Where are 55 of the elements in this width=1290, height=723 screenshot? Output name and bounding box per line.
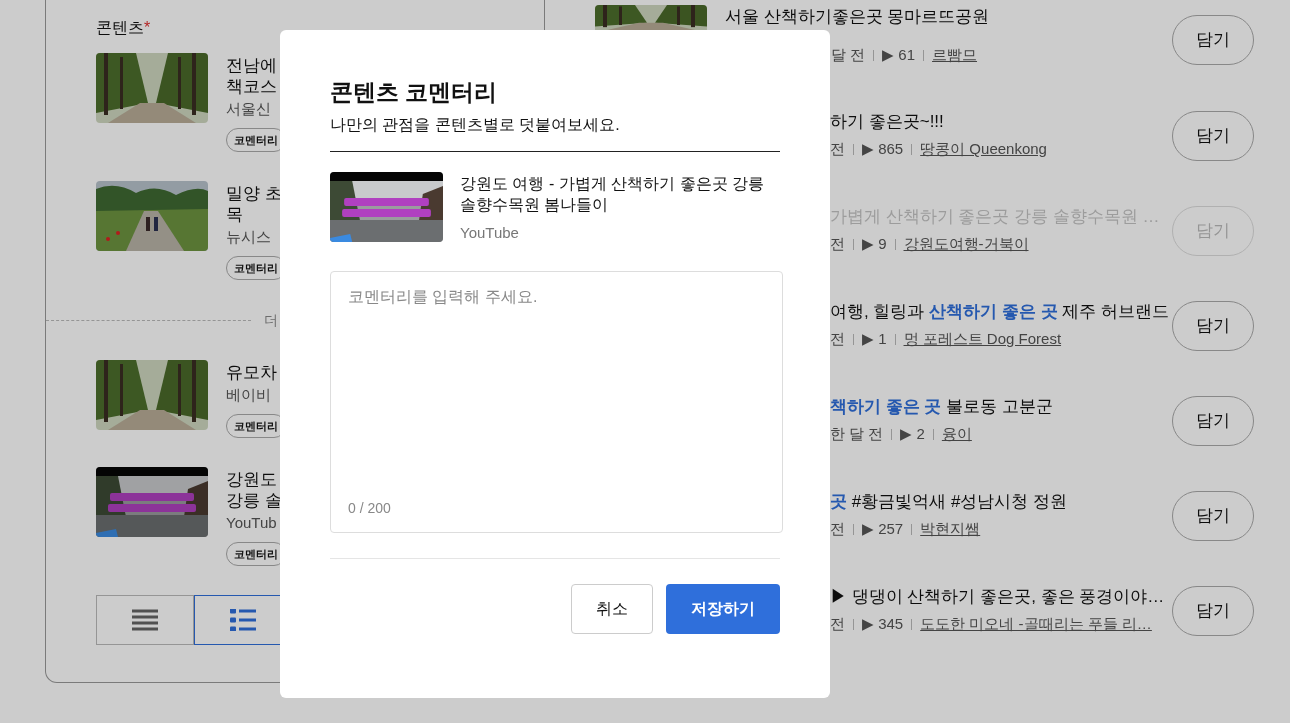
channel-link[interactable]: 도도한 미오네 -골때리는 푸들 리… xyxy=(920,612,1152,636)
upload-date: 전 xyxy=(830,138,845,159)
list-icon xyxy=(230,609,256,631)
required-mark: * xyxy=(144,18,151,38)
video-title[interactable]: 하기 좋은곳~!!! xyxy=(830,110,1172,133)
content-title: 밀양 초 xyxy=(226,183,283,204)
channel-link[interactable]: 융이 xyxy=(941,422,972,446)
add-button[interactable]: 담기 xyxy=(1172,395,1254,446)
dialog-subtitle: 나만의 관점을 콘텐츠별로 덧붙여보세요. xyxy=(330,115,621,135)
channel-link[interactable]: 땅콩이 Queenkong xyxy=(920,137,1047,161)
upload-date: 전 xyxy=(830,518,845,539)
character-counter: 0 / 200 xyxy=(348,498,391,518)
add-button[interactable]: 담기 xyxy=(1172,490,1254,541)
cancel-button[interactable]: 취소 xyxy=(571,583,653,634)
video-title[interactable]: 책하기 좋은 곳 불로동 고분군 xyxy=(830,395,1172,418)
save-button[interactable]: 저장하기 xyxy=(666,583,780,634)
content-title: 강릉 솔 xyxy=(226,490,283,511)
video-title[interactable]: 곳 #황금빛억새 #성남시청 정원 xyxy=(830,490,1172,513)
view-count: ▶ 61 xyxy=(882,45,916,65)
upload-date: 전 xyxy=(830,613,845,634)
channel-link[interactable]: 멍 포레스트 Dog Forest xyxy=(903,327,1062,351)
upload-date: 전 xyxy=(830,328,845,349)
content-title: 강원도 여행 - 가볍게 산책하기 좋은곳 강릉 솔향수목원 봄나들이 xyxy=(460,174,765,215)
video-title[interactable]: 서울 산책하기좋은곳 몽마르뜨공원 xyxy=(725,6,1172,28)
view-count: ▶ 865 xyxy=(862,138,904,159)
section-heading: 콘텐츠 xyxy=(96,18,144,38)
view-count: ▶ 9 xyxy=(862,233,887,254)
content-title: 목 xyxy=(226,204,244,225)
content-title: 유모차 xyxy=(226,362,278,383)
view-count: ▶ 1 xyxy=(862,328,887,349)
view-toggle[interactable] xyxy=(96,595,194,645)
content-source: 뉴시스 xyxy=(226,227,272,247)
channel-link[interactable]: 박현지쌤 xyxy=(920,517,981,541)
video-title[interactable]: 여행, 힐링과 산책하기 좋은 곳 제주 허브랜드 xyxy=(830,300,1172,323)
content-title: 책코스 xyxy=(226,76,278,97)
view-count: ▶ 345 xyxy=(862,613,904,634)
content-source: YouTube xyxy=(460,223,520,243)
content-source: 베이비 xyxy=(226,385,272,405)
view-count: ▶ 257 xyxy=(862,518,904,539)
content-title: 전남에 xyxy=(226,55,278,76)
content-source: YouTub xyxy=(226,513,278,533)
upload-date: 한 달 전 xyxy=(830,423,884,444)
upload-date: 전 xyxy=(830,233,845,254)
add-button[interactable]: 담기 xyxy=(1172,585,1254,636)
add-button[interactable]: 담기 xyxy=(1172,15,1254,65)
menu-icon xyxy=(132,609,158,631)
dialog-title: 콘텐츠 코멘터리 xyxy=(330,78,499,107)
content-title: 강원도 xyxy=(226,469,278,490)
video-title[interactable]: ▶ 댕댕이 산책하기 좋은곳, 좋은 풍경이야… xyxy=(830,585,1172,608)
add-button[interactable]: 담기 xyxy=(1172,300,1254,351)
upload-date: 달 전 xyxy=(831,45,866,65)
content-source: 서울신 xyxy=(226,99,272,119)
add-button[interactable]: 담기 xyxy=(1172,110,1254,161)
view-count: ▶ 2 xyxy=(900,423,925,444)
channel-link[interactable]: 르빰므 xyxy=(932,44,978,67)
